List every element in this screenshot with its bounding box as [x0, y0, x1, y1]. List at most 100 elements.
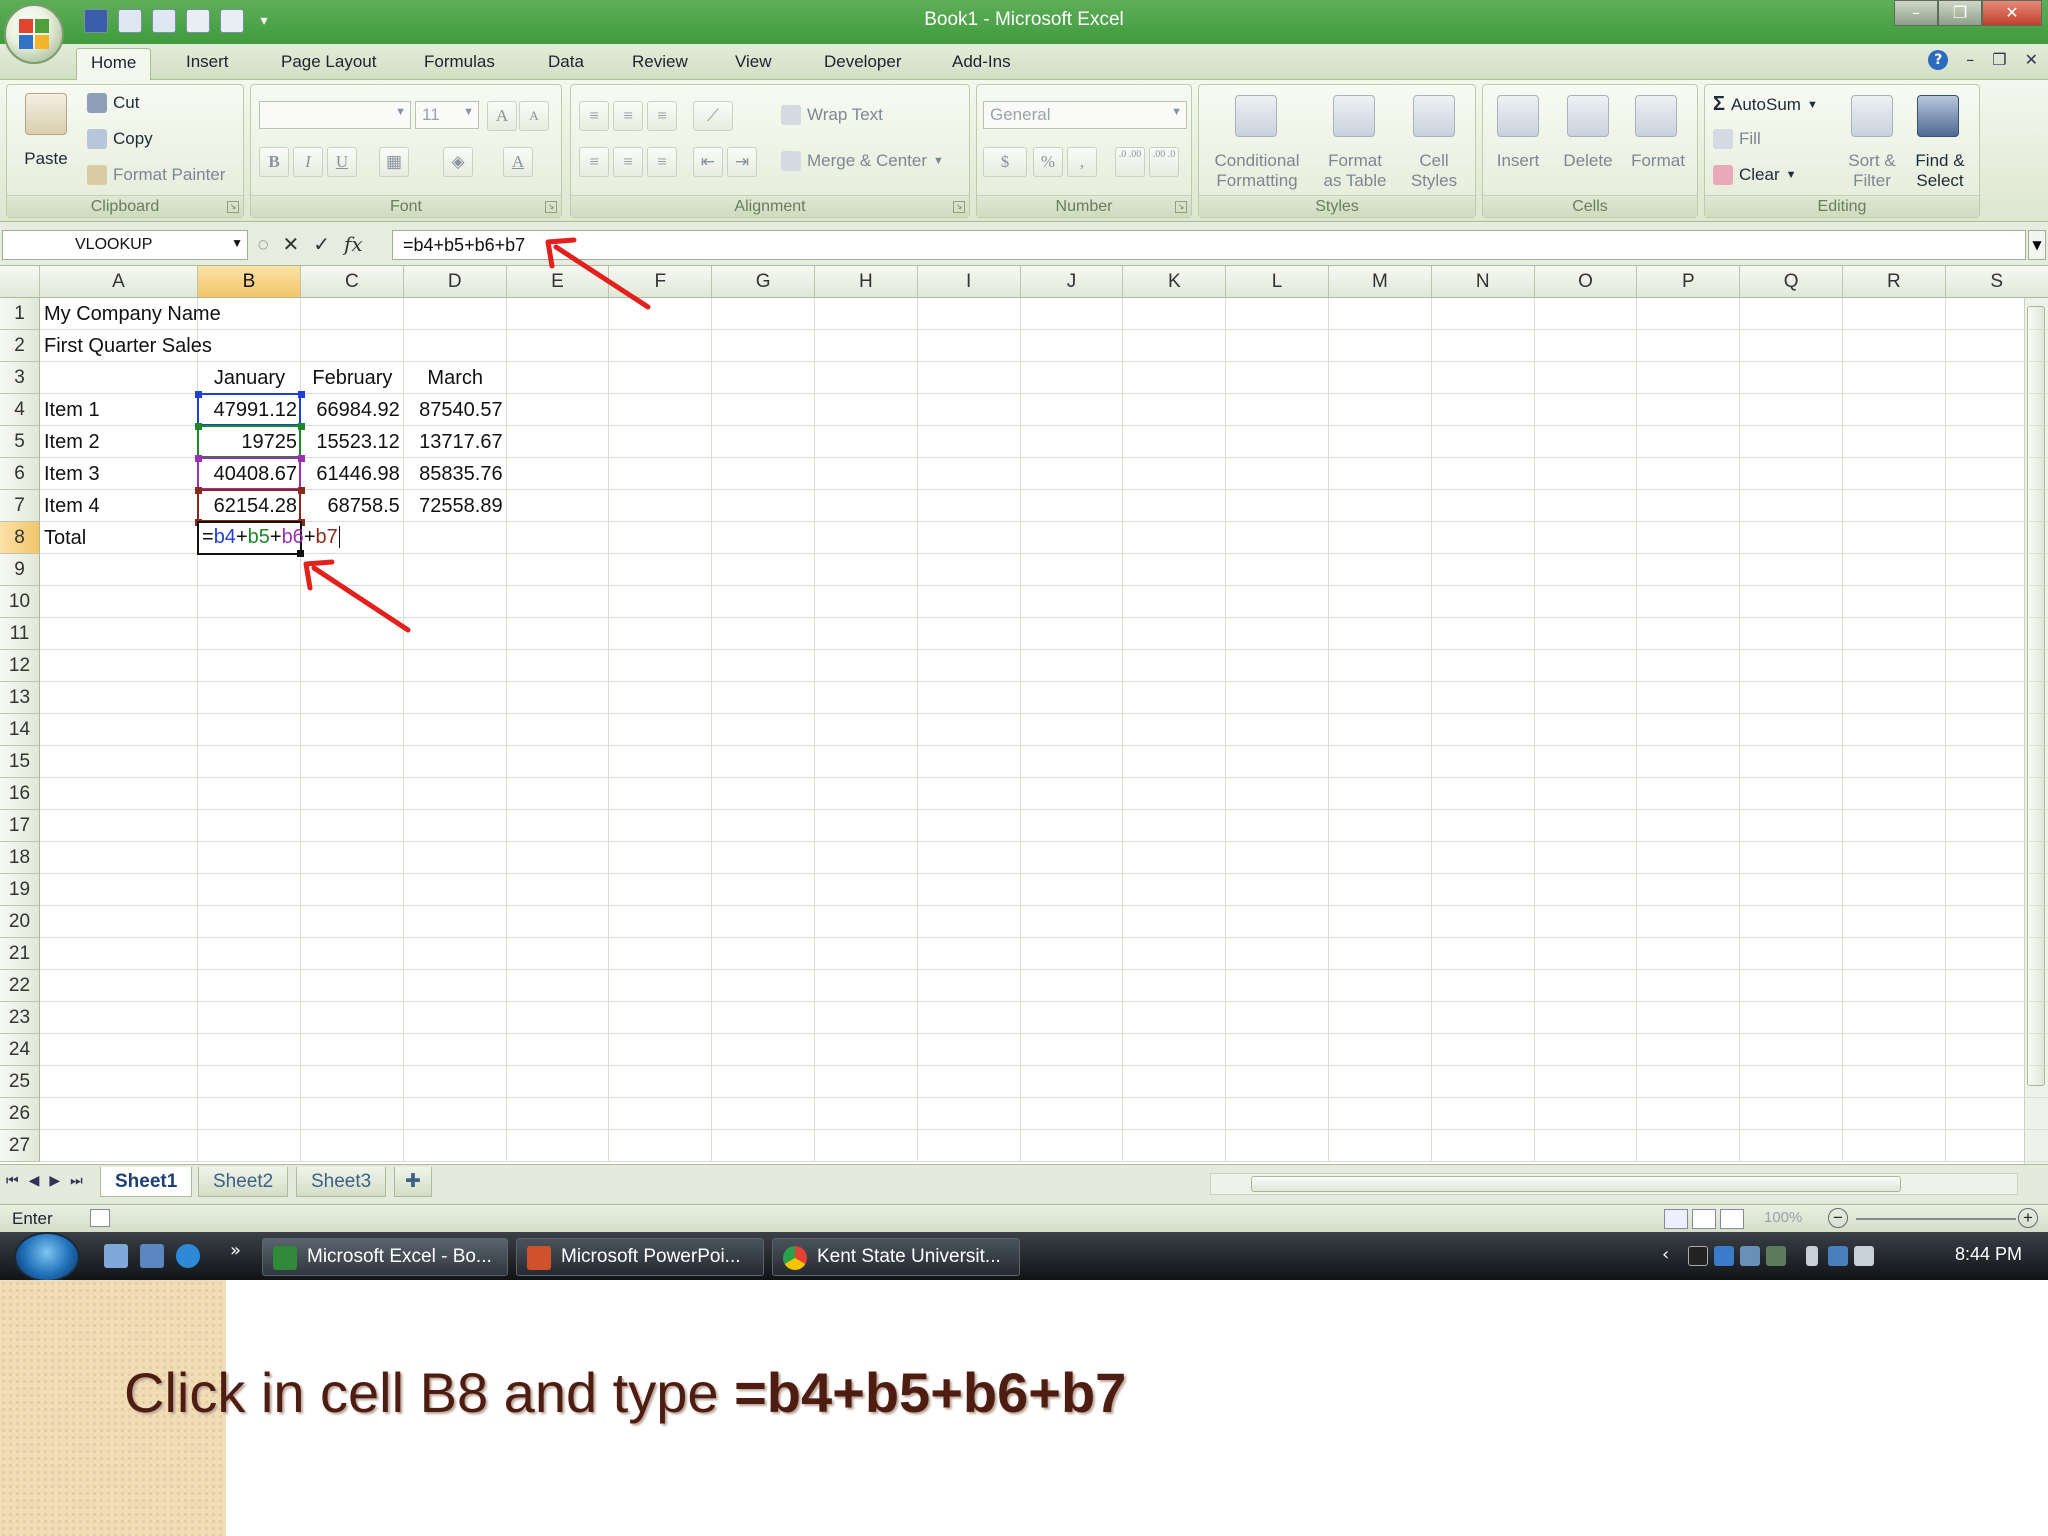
zoom-level[interactable]: 100%: [1764, 1209, 1802, 1226]
row-header[interactable]: 20: [0, 906, 40, 938]
format-as-table-button[interactable]: Format as Table: [1313, 151, 1397, 191]
tray-expand-icon[interactable]: ‹: [1662, 1244, 1669, 1265]
cell-a6[interactable]: Item 3: [40, 458, 198, 490]
column-header[interactable]: L: [1226, 266, 1329, 298]
tray-device-icon[interactable]: [1766, 1246, 1786, 1266]
cell-d7[interactable]: 72558.89: [404, 490, 507, 522]
font-size-combo[interactable]: 11 ▼: [415, 101, 479, 129]
row-header[interactable]: 1: [0, 298, 40, 330]
zoom-out-icon[interactable]: −: [1828, 1208, 1848, 1228]
font-launcher-icon[interactable]: ↘: [545, 201, 557, 213]
alignment-launcher-icon[interactable]: ↘: [953, 201, 965, 213]
tab-data[interactable]: Data: [542, 50, 590, 74]
cell-c6[interactable]: 61446.98: [301, 458, 404, 490]
cell-d4[interactable]: 87540.57: [404, 394, 507, 426]
cell-a7[interactable]: Item 4: [40, 490, 198, 522]
cell-a8[interactable]: Total: [40, 522, 198, 554]
row-header[interactable]: 21: [0, 938, 40, 970]
cell-b3[interactable]: January: [198, 362, 301, 394]
decrease-indent-icon[interactable]: ⇤: [693, 147, 723, 177]
delete-cells-button[interactable]: Delete: [1553, 151, 1623, 171]
horizontal-scroll-thumb[interactable]: [1251, 1176, 1901, 1192]
insert-worksheet-icon[interactable]: ✚: [394, 1167, 432, 1197]
row-header[interactable]: 15: [0, 746, 40, 778]
autosum-button[interactable]: Σ AutoSum ▼: [1713, 93, 1818, 116]
number-launcher-icon[interactable]: ↘: [1175, 201, 1187, 213]
volume-icon[interactable]: [1854, 1246, 1874, 1266]
clipboard-launcher-icon[interactable]: ↘: [227, 201, 239, 213]
row-header[interactable]: 14: [0, 714, 40, 746]
macro-record-icon[interactable]: [90, 1209, 110, 1227]
paste-button[interactable]: Paste: [17, 149, 75, 169]
row-header[interactable]: 27: [0, 1130, 40, 1162]
minimize-button[interactable]: –: [1894, 0, 1938, 26]
column-header[interactable]: S: [1945, 266, 2048, 298]
delete-cells-icon[interactable]: [1567, 95, 1609, 137]
column-header[interactable]: B: [198, 266, 301, 298]
row-header[interactable]: 24: [0, 1034, 40, 1066]
tab-view[interactable]: View: [729, 50, 778, 74]
enter-icon[interactable]: ✓: [313, 232, 330, 256]
column-header[interactable]: R: [1843, 266, 1946, 298]
help-icon[interactable]: ?: [1928, 50, 1949, 70]
restore-button[interactable]: ❐: [1938, 0, 1982, 26]
conditional-formatting-icon[interactable]: [1235, 95, 1277, 137]
sort-filter-icon[interactable]: [1851, 95, 1893, 137]
decrease-decimal-button[interactable]: .00 .0: [1149, 147, 1179, 177]
font-name-combo[interactable]: ▼: [259, 101, 411, 129]
cut-button[interactable]: Cut: [87, 93, 139, 113]
cell-b7[interactable]: 62154.28: [198, 490, 301, 522]
tab-add-ins[interactable]: Add-Ins: [946, 50, 1017, 74]
paste-icon[interactable]: [25, 93, 67, 135]
switch-windows-icon[interactable]: [140, 1244, 164, 1268]
insert-cells-icon[interactable]: [1497, 95, 1539, 137]
row-header[interactable]: 23: [0, 1002, 40, 1034]
vertical-scrollbar[interactable]: [2024, 266, 2048, 1164]
row-header[interactable]: 9: [0, 554, 40, 586]
column-header[interactable]: I: [917, 266, 1021, 298]
cell-c3[interactable]: February: [301, 362, 404, 394]
percent-button[interactable]: %: [1033, 147, 1063, 177]
normal-view-icon[interactable]: [1664, 1209, 1688, 1229]
row-header[interactable]: 2: [0, 330, 40, 362]
sheet-tab-sheet3[interactable]: Sheet3: [296, 1167, 387, 1197]
row-header[interactable]: 11: [0, 618, 40, 650]
format-painter-button[interactable]: Format Painter: [87, 165, 225, 185]
cell-d3[interactable]: March: [404, 362, 507, 394]
page-break-view-icon[interactable]: [1720, 1209, 1744, 1229]
battery-icon[interactable]: [1806, 1246, 1818, 1266]
row-header[interactable]: 22: [0, 970, 40, 1002]
cell-styles-button[interactable]: Cell Styles: [1399, 151, 1469, 191]
format-cells-button[interactable]: Format: [1623, 151, 1693, 171]
cell-c4[interactable]: 66984.92: [301, 394, 404, 426]
column-header[interactable]: D: [403, 266, 507, 298]
row-header[interactable]: 3: [0, 362, 40, 394]
next-sheet-icon[interactable]: ▶: [49, 1173, 60, 1189]
prev-sheet-icon[interactable]: ◀: [29, 1173, 40, 1189]
cell-c5[interactable]: 15523.12: [301, 426, 404, 458]
column-header[interactable]: O: [1534, 266, 1638, 298]
bold-button[interactable]: B: [259, 147, 289, 177]
cell-d6[interactable]: 85835.76: [404, 458, 507, 490]
row-header[interactable]: 17: [0, 810, 40, 842]
select-all-corner[interactable]: [0, 266, 40, 298]
cell-b4[interactable]: 47991.12: [198, 394, 301, 426]
row-header[interactable]: 10: [0, 586, 40, 618]
cell-styles-icon[interactable]: [1413, 95, 1455, 137]
conditional-formatting-button[interactable]: Conditional Formatting: [1203, 151, 1311, 191]
row-header[interactable]: 8: [0, 522, 40, 554]
column-header[interactable]: A: [40, 266, 198, 298]
column-header[interactable]: F: [609, 266, 713, 298]
clear-button[interactable]: Clear ▼: [1713, 165, 1797, 185]
column-header[interactable]: E: [506, 266, 610, 298]
merge-center-button[interactable]: Merge & Center ▼: [781, 151, 944, 171]
align-right-icon[interactable]: ≡: [647, 147, 677, 177]
first-sheet-icon[interactable]: ⏮: [6, 1173, 19, 1189]
ribbon-close-icon[interactable]: ✕: [2025, 50, 2038, 70]
horizontal-scrollbar[interactable]: [1210, 1173, 2018, 1195]
zoom-slider[interactable]: [1856, 1218, 2016, 1220]
row-header[interactable]: 13: [0, 682, 40, 714]
row-header[interactable]: 6: [0, 458, 40, 490]
number-format-combo[interactable]: General ▼: [983, 101, 1187, 129]
tray-monitor-icon[interactable]: [1740, 1246, 1760, 1266]
